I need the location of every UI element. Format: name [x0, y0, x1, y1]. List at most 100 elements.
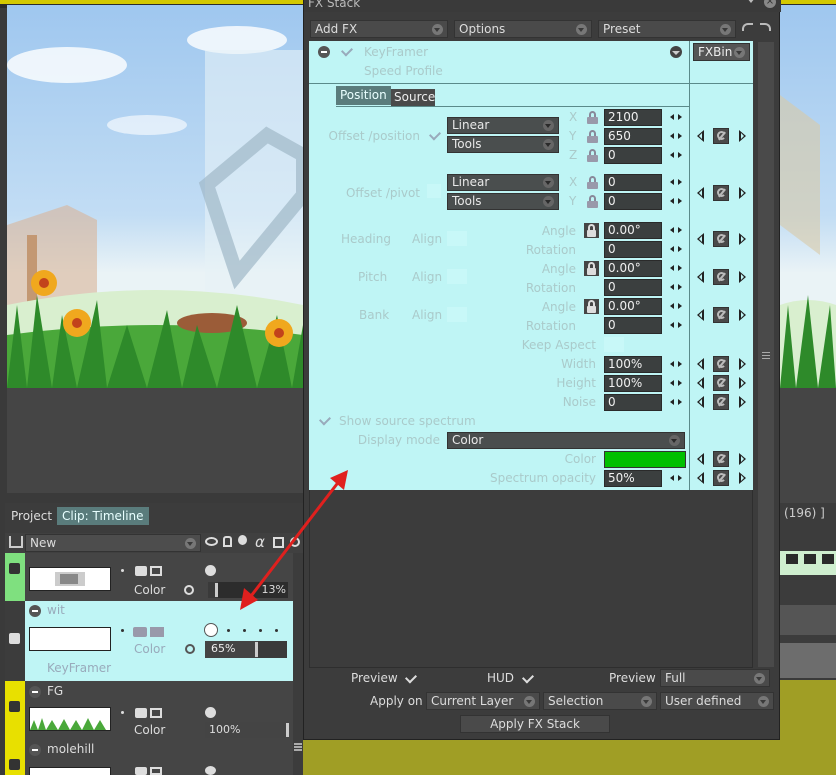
display-mode-dropdown[interactable]: Color [447, 432, 685, 449]
visibility-dot[interactable] [205, 707, 216, 718]
wrench-icon[interactable] [713, 451, 729, 467]
tab-project[interactable]: Project [6, 507, 57, 525]
pivot-y-field[interactable]: 0 [604, 193, 662, 210]
position-z-stepper-icon[interactable] [670, 151, 682, 160]
heading-align-checkbox[interactable] [447, 231, 467, 246]
redo-icon[interactable] [760, 23, 771, 31]
preset-dropdown[interactable]: Preset [598, 20, 736, 38]
position-interp-dropdown[interactable]: Linear [447, 117, 559, 134]
user-defined-dropdown[interactable]: User defined [660, 692, 774, 710]
fx-scrollbar[interactable] [758, 42, 774, 667]
tab-source[interactable]: Source [391, 89, 435, 106]
add-icon[interactable] [150, 767, 162, 775]
wrench-icon[interactable] [713, 269, 729, 285]
bank-angle-stepper-icon[interactable] [670, 302, 682, 311]
wrench-icon[interactable] [713, 356, 729, 372]
layers-icon[interactable] [9, 536, 23, 548]
next-key-icon[interactable] [739, 358, 746, 370]
next-key-icon[interactable] [739, 187, 746, 199]
color-swatch[interactable] [604, 451, 686, 468]
keep-aspect-checkbox[interactable] [604, 337, 624, 352]
lock-angle-icon[interactable] [584, 261, 599, 276]
wrench-icon[interactable] [713, 470, 729, 486]
apply-on-dropdown[interactable]: Current Layer [426, 692, 540, 710]
collapse-effect-icon[interactable] [318, 46, 330, 58]
position-y-stepper-icon[interactable] [670, 132, 682, 141]
noise-field[interactable]: 0 [604, 394, 662, 411]
wrench-icon[interactable] [713, 375, 729, 391]
undo-icon[interactable] [742, 23, 753, 31]
eye-icon[interactable] [205, 537, 218, 546]
position-y-field[interactable]: 650 [604, 128, 662, 145]
lock-y-icon[interactable] [587, 130, 598, 143]
lock-y-icon[interactable] [587, 195, 598, 208]
solo-icon[interactable] [135, 767, 147, 775]
solo-icon[interactable] [135, 708, 147, 718]
effect-menu-icon[interactable] [670, 46, 682, 58]
next-key-icon[interactable] [739, 472, 746, 484]
next-key-icon[interactable] [739, 130, 746, 142]
track-wit[interactable] [780, 605, 836, 635]
offset-pivot-checkbox[interactable] [427, 184, 441, 198]
prev-key-icon[interactable] [697, 271, 704, 283]
layer-fg[interactable]: FG Color 100% [5, 681, 293, 739]
bank-angle-field[interactable]: 0.00° [604, 298, 662, 315]
pitch-angle-stepper-icon[interactable] [670, 264, 682, 273]
add-icon[interactable] [150, 708, 162, 718]
lock-x-icon[interactable] [587, 111, 598, 124]
width-field[interactable]: 100% [604, 356, 662, 373]
lock-x-icon[interactable] [587, 176, 598, 189]
height-stepper-icon[interactable] [670, 379, 682, 388]
opacity-slider[interactable]: 100% [205, 722, 289, 738]
spectrum-opacity-field[interactable]: 50% [604, 470, 662, 487]
width-stepper-icon[interactable] [670, 360, 682, 369]
heading-rotation-stepper-icon[interactable] [670, 245, 682, 254]
pitch-align-checkbox[interactable] [447, 269, 467, 284]
lock-angle-icon[interactable] [584, 223, 599, 238]
drag-handle[interactable] [294, 743, 302, 745]
canvas-view[interactable] [7, 5, 303, 388]
position-x-field[interactable]: 2100 [604, 109, 662, 126]
visibility-dot[interactable] [205, 565, 216, 576]
pivot-y-stepper-icon[interactable] [670, 197, 682, 206]
heading-angle-field[interactable]: 0.00° [604, 222, 662, 239]
next-key-icon[interactable] [739, 396, 746, 408]
opacity-stepper-icon[interactable] [670, 474, 682, 483]
track-fg[interactable] [780, 643, 836, 678]
add-icon[interactable] [150, 627, 164, 637]
show-source-spectrum-label[interactable]: Show source spectrum [339, 414, 476, 428]
add-fx-dropdown[interactable]: Add FX [310, 20, 448, 38]
track-storyboard[interactable] [780, 551, 836, 575]
pitch-angle-field[interactable]: 0.00° [604, 260, 662, 277]
new-layer-dropdown[interactable]: New [25, 534, 201, 552]
next-key-icon[interactable] [739, 309, 746, 321]
add-icon[interactable] [150, 566, 162, 576]
timeline-tracks[interactable]: (196) ] [780, 503, 836, 678]
pitch-rotation-field[interactable]: 0 [604, 279, 662, 296]
tab-position[interactable]: Position [336, 86, 391, 105]
prev-key-icon[interactable] [697, 472, 704, 484]
next-key-icon[interactable] [739, 377, 746, 389]
position-tools-dropdown[interactable]: Tools [447, 136, 559, 153]
pivot-interp-dropdown[interactable]: Linear [447, 174, 559, 191]
wrench-icon[interactable] [713, 128, 729, 144]
apply-fx-stack-button[interactable]: Apply FX Stack [460, 715, 610, 733]
solo-icon[interactable] [133, 627, 147, 637]
prev-key-icon[interactable] [697, 233, 704, 245]
wrench-icon[interactable] [713, 394, 729, 410]
close-icon[interactable]: × [764, 0, 776, 8]
visibility-dot[interactable] [205, 766, 216, 775]
lock-angle-icon[interactable] [584, 299, 599, 314]
collapse-icon[interactable] [747, 0, 755, 3]
pivot-tools-dropdown[interactable]: Tools [447, 193, 559, 210]
prev-key-icon[interactable] [697, 453, 704, 465]
options-dropdown[interactable]: Options [454, 20, 592, 38]
wrench-icon[interactable] [713, 185, 729, 201]
prev-key-icon[interactable] [697, 309, 704, 321]
height-field[interactable]: 100% [604, 375, 662, 392]
bank-align-checkbox[interactable] [447, 307, 467, 322]
wrench-icon[interactable] [713, 307, 729, 323]
bank-rotation-field[interactable]: 0 [604, 317, 662, 334]
prev-key-icon[interactable] [697, 377, 704, 389]
pitch-rotation-stepper-icon[interactable] [670, 283, 682, 292]
